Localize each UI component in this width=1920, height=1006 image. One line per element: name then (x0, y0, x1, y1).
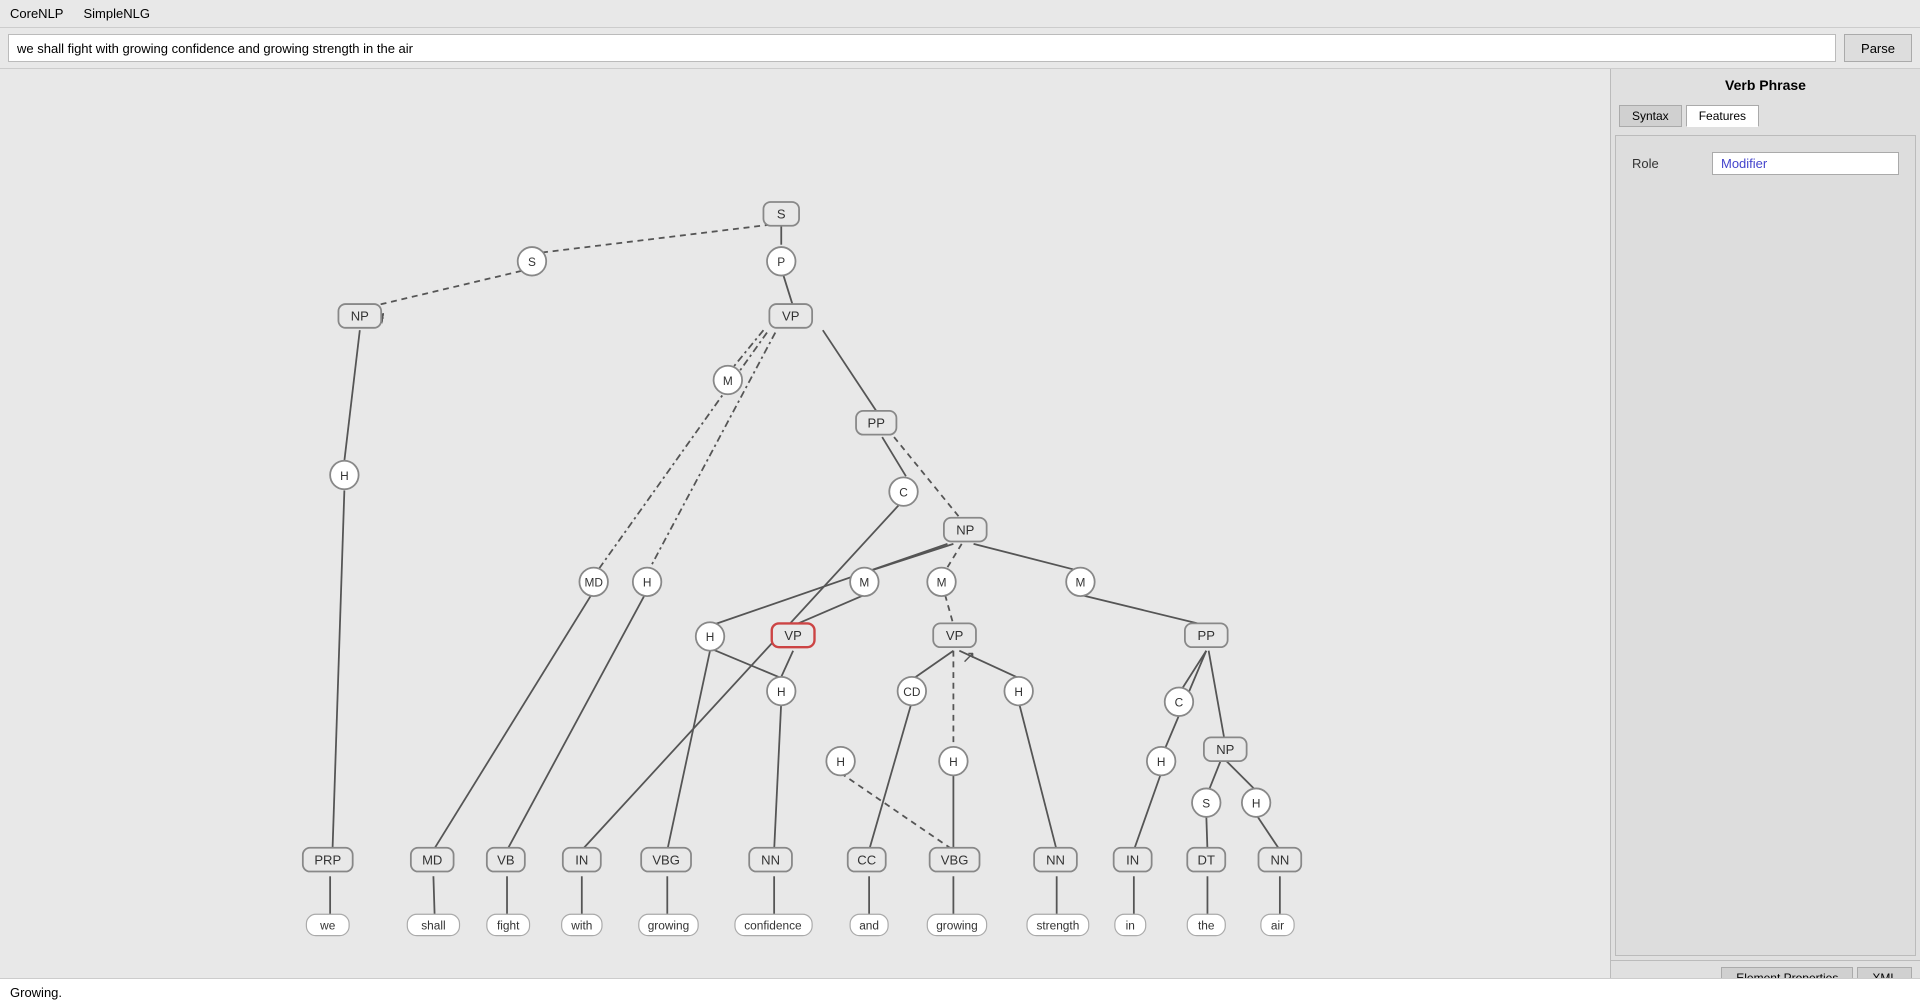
svg-text:we: we (319, 919, 336, 933)
svg-text:confidence: confidence (744, 919, 802, 933)
svg-text:H: H (643, 576, 652, 590)
svg-text:S: S (1202, 796, 1210, 810)
svg-text:and: and (859, 919, 879, 933)
panel-tabs: Syntax Features (1611, 101, 1920, 131)
svg-text:strength: strength (1036, 919, 1079, 933)
svg-text:NN: NN (761, 852, 780, 867)
svg-text:IN: IN (1126, 852, 1139, 867)
menu-corenlp[interactable]: CoreNLP (10, 6, 63, 21)
svg-text:NN: NN (1270, 852, 1289, 867)
svg-text:DT: DT (1198, 852, 1215, 867)
svg-text:MD: MD (422, 852, 442, 867)
parse-button[interactable]: Parse (1844, 34, 1912, 62)
svg-text:the: the (1198, 919, 1215, 933)
svg-text:M: M (937, 576, 947, 590)
tab-features[interactable]: Features (1686, 105, 1759, 127)
svg-text:S: S (777, 207, 786, 222)
svg-text:H: H (1157, 755, 1166, 769)
svg-text:VB: VB (497, 852, 515, 867)
menu-simplenlg[interactable]: SimpleNLG (83, 6, 149, 21)
status-bar: Growing. (0, 978, 1920, 1006)
svg-text:C: C (1175, 696, 1184, 710)
svg-text:IN: IN (575, 852, 588, 867)
main-area: S S P NP VP H M PP MD (0, 69, 1920, 995)
svg-text:in: in (1126, 919, 1135, 933)
svg-text:PRP: PRP (314, 852, 341, 867)
panel-title: Verb Phrase (1611, 69, 1920, 101)
svg-text:NP: NP (956, 522, 974, 537)
menu-bar: CoreNLP SimpleNLG (0, 0, 1920, 28)
status-text: Growing. (10, 985, 62, 1000)
svg-text:VP: VP (782, 309, 800, 324)
svg-text:with: with (570, 919, 592, 933)
svg-text:M: M (859, 576, 869, 590)
svg-text:fight: fight (497, 919, 520, 933)
svg-text:P: P (777, 255, 785, 269)
svg-text:VBG: VBG (652, 852, 680, 867)
role-label: Role (1632, 156, 1712, 171)
svg-text:M: M (723, 374, 733, 388)
svg-text:CD: CD (903, 685, 920, 699)
svg-text:C: C (899, 485, 908, 499)
svg-text:CC: CC (857, 852, 876, 867)
svg-text:VP: VP (784, 628, 802, 643)
toolbar: Parse (0, 28, 1920, 69)
svg-text:VBG: VBG (941, 852, 969, 867)
svg-text:H: H (1014, 685, 1023, 699)
svg-text:shall: shall (421, 919, 445, 933)
svg-text:NP: NP (1216, 742, 1234, 757)
svg-text:M: M (1075, 576, 1085, 590)
right-panel: Verb Phrase Syntax Features Role Modifie… (1610, 69, 1920, 995)
sentence-input[interactable] (8, 34, 1836, 62)
svg-text:H: H (777, 685, 786, 699)
svg-text:VP: VP (946, 628, 964, 643)
svg-text:H: H (706, 630, 715, 644)
tab-syntax[interactable]: Syntax (1619, 105, 1682, 127)
svg-text:H: H (1252, 796, 1261, 810)
tree-svg: S S P NP VP H M PP MD (0, 69, 1610, 995)
svg-text:NP: NP (351, 309, 369, 324)
role-value[interactable]: Modifier (1712, 152, 1899, 175)
role-row: Role Modifier (1632, 152, 1899, 175)
svg-text:air: air (1271, 919, 1284, 933)
svg-text:H: H (340, 469, 349, 483)
svg-text:H: H (836, 755, 845, 769)
svg-text:NN: NN (1046, 852, 1065, 867)
svg-text:H: H (949, 755, 958, 769)
tree-area: S S P NP VP H M PP MD (0, 69, 1610, 995)
svg-text:MD: MD (584, 576, 602, 590)
svg-text:PP: PP (868, 416, 886, 431)
svg-text:PP: PP (1198, 628, 1216, 643)
svg-text:growing: growing (936, 919, 978, 933)
svg-text:↗: ↗ (962, 648, 976, 667)
panel-content: Role Modifier (1615, 135, 1916, 956)
svg-text:S: S (528, 255, 536, 269)
svg-text:growing: growing (648, 919, 690, 933)
